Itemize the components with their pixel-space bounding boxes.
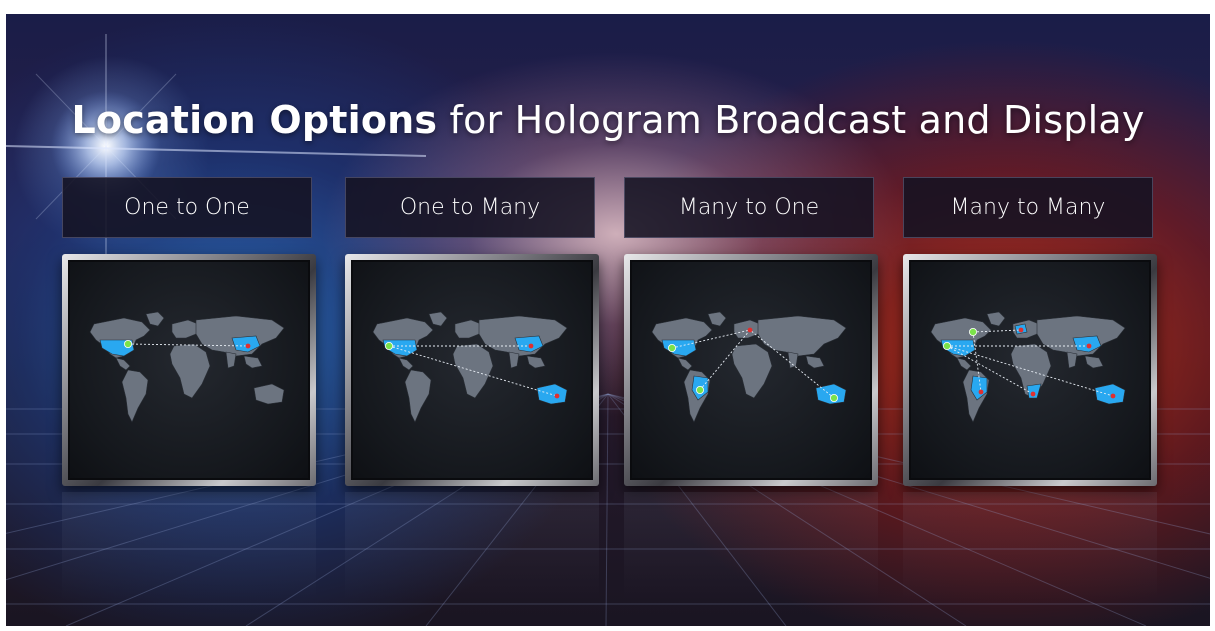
label-many-to-one: Many to One <box>624 177 874 238</box>
panel-one-to-many <box>345 254 599 486</box>
source-location-dot <box>942 342 951 351</box>
world-map-screen <box>68 260 310 480</box>
target-location-dot <box>1018 327 1024 333</box>
se-asia-region <box>1084 355 1104 369</box>
india-region <box>508 351 520 369</box>
india-region <box>1066 351 1078 369</box>
south-america-region <box>404 369 432 423</box>
label-text: One to One <box>124 195 250 220</box>
world-map-many-to-many <box>930 311 1126 423</box>
central-america-region <box>115 357 131 371</box>
india-region <box>225 351 237 369</box>
world-map-screen <box>351 260 593 480</box>
australia-region <box>536 383 568 405</box>
target-location-dot <box>1110 393 1116 399</box>
greenland-region <box>145 311 165 327</box>
world-map-screen <box>630 260 872 480</box>
se-asia-region <box>526 355 546 369</box>
slide: Location Options for Hologram Broadcast … <box>6 14 1210 626</box>
target-location-dot <box>978 389 984 395</box>
label-one-to-many: One to Many <box>345 177 595 238</box>
south-america-region <box>121 369 149 423</box>
usa-region <box>661 339 697 357</box>
target-location-dot <box>245 343 251 349</box>
india-region <box>787 351 799 369</box>
asia-region <box>757 315 847 357</box>
greenland-region <box>428 311 448 327</box>
label-one-to-one: One to One <box>62 177 312 238</box>
source-location-dot <box>829 394 838 403</box>
africa-region <box>169 343 211 399</box>
panel-many-to-many <box>903 254 1157 486</box>
source-location-dot <box>124 339 133 348</box>
panel-one-to-one <box>62 254 316 486</box>
panel-many-to-one <box>624 254 878 486</box>
target-location-dot <box>554 393 560 399</box>
greenland-region <box>707 311 727 327</box>
europe-region <box>733 319 761 339</box>
target-location-dot <box>528 343 534 349</box>
title-rest: for Hologram Broadcast and Display <box>437 98 1145 142</box>
australia-region <box>1094 383 1126 405</box>
source-location-dot <box>696 386 705 395</box>
label-text: Many to Many <box>950 195 1106 220</box>
label-text: Many to One <box>678 195 820 220</box>
target-location-dot <box>747 327 753 333</box>
source-location-dot <box>667 344 676 353</box>
europe-region <box>171 319 199 339</box>
world-map-one-to-one <box>89 311 285 423</box>
world-map-many-to-one <box>651 311 847 423</box>
australia-region <box>253 383 285 405</box>
label-text: One to Many <box>399 195 541 220</box>
central-america-region <box>398 357 414 371</box>
source-location-dot <box>384 342 393 351</box>
africa-region <box>452 343 494 399</box>
se-asia-region <box>243 355 263 369</box>
central-america-region <box>956 357 972 371</box>
slide-title: Location Options for Hologram Broadcast … <box>6 98 1210 142</box>
se-asia-region <box>805 355 825 369</box>
title-bold: Location Options <box>71 98 438 142</box>
africa-region <box>731 343 773 399</box>
source-location-dot <box>969 327 978 336</box>
label-many-to-many: Many to Many <box>903 177 1153 238</box>
europe-region <box>454 319 482 339</box>
target-location-dot <box>1030 391 1036 397</box>
world-map-one-to-many <box>372 311 568 423</box>
greenland-region <box>986 311 1006 327</box>
world-map-screen <box>909 260 1151 480</box>
central-america-region <box>677 357 693 371</box>
target-location-dot <box>1086 343 1092 349</box>
